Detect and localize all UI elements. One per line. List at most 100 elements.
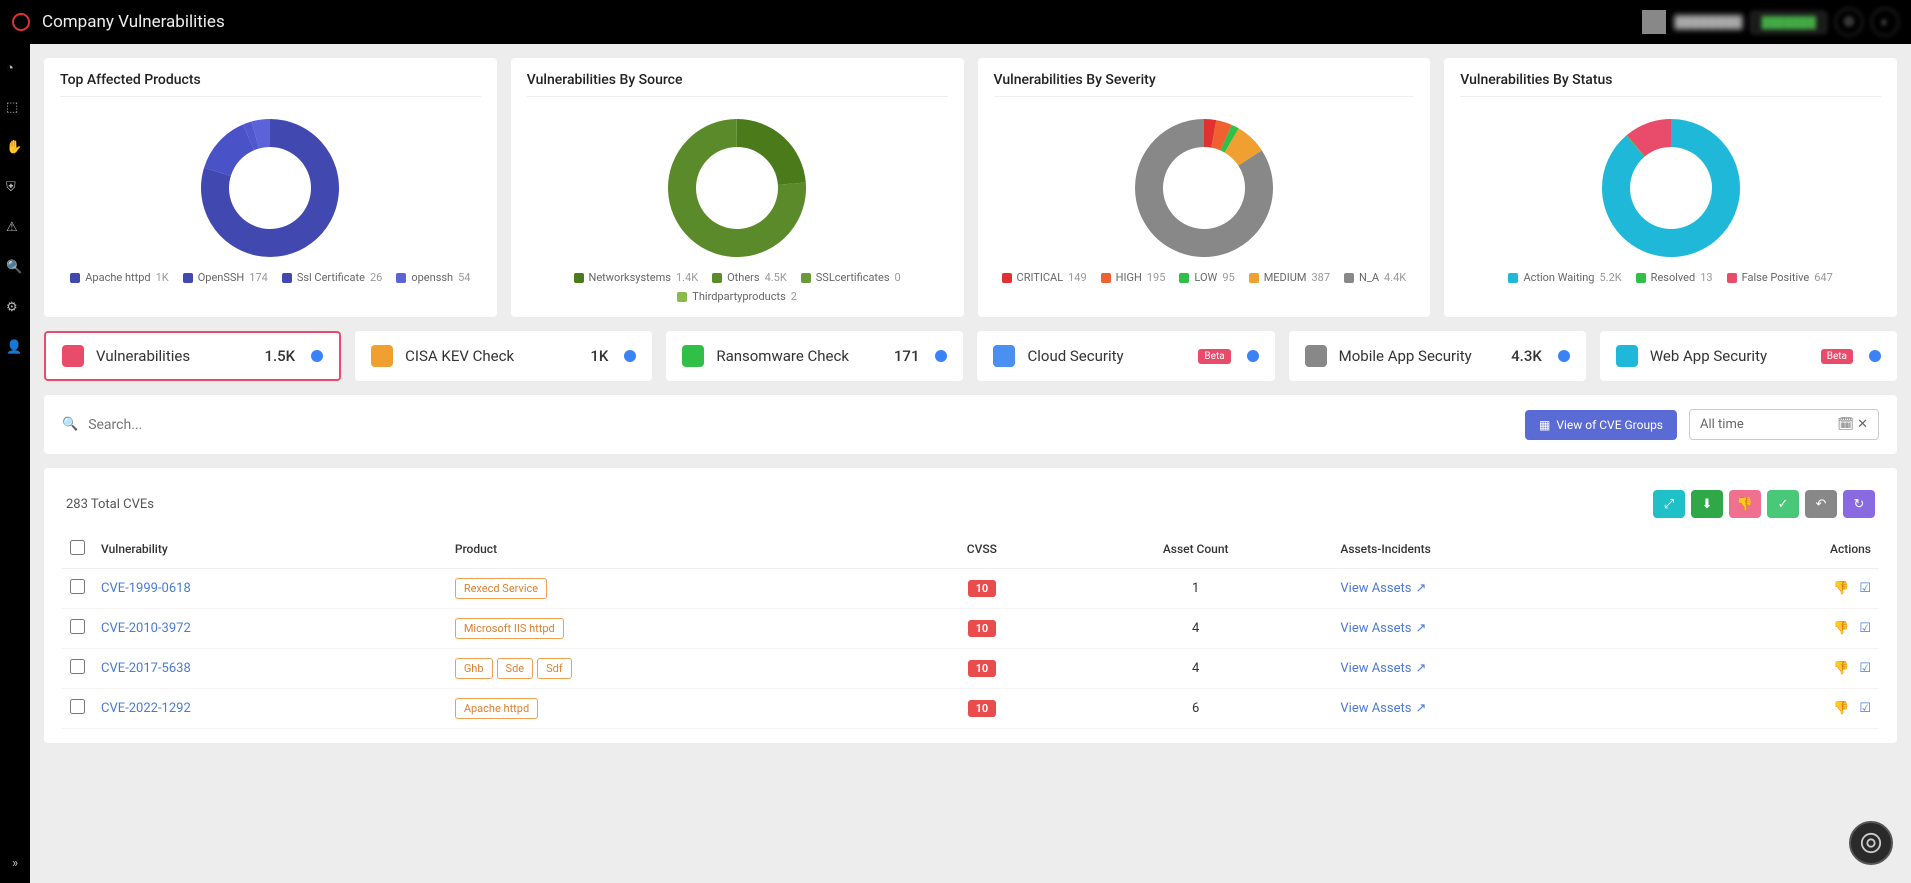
cve-link[interactable]: CVE-2010-3972 bbox=[101, 621, 191, 636]
legend-item[interactable]: Thirdpartyproducts2 bbox=[677, 290, 797, 303]
view-cve-groups-button[interactable]: ▦ View of CVE Groups bbox=[1525, 410, 1677, 440]
product-tag[interactable]: Sdf bbox=[537, 658, 572, 679]
clear-date-icon[interactable]: ✕ bbox=[1857, 417, 1868, 432]
col-cvss[interactable]: CVSS bbox=[905, 530, 1059, 569]
legend-item[interactable]: N_A4.4K bbox=[1344, 271, 1406, 284]
row-checkbox[interactable] bbox=[70, 579, 85, 594]
grid-icon: ▦ bbox=[1539, 418, 1550, 432]
bulk-reject-button[interactable]: 👎 bbox=[1729, 490, 1761, 518]
legend-item[interactable]: Action Waiting5.2K bbox=[1508, 271, 1621, 284]
col-vulnerability[interactable]: Vulnerability bbox=[93, 530, 447, 569]
category-tab[interactable]: Cloud Security Beta bbox=[977, 331, 1274, 381]
legend-value: 26 bbox=[370, 271, 382, 284]
product-tag[interactable]: Ghb bbox=[455, 658, 493, 679]
nav-search-icon[interactable]: 🔍 bbox=[6, 260, 24, 278]
legend-item[interactable]: CRITICAL149 bbox=[1002, 271, 1087, 284]
row-approve-button[interactable]: ☑ bbox=[1859, 701, 1871, 716]
legend-value: 13 bbox=[1700, 271, 1712, 284]
row-approve-button[interactable]: ☑ bbox=[1859, 581, 1871, 596]
view-assets-link[interactable]: View Assets ↗ bbox=[1340, 661, 1426, 676]
cve-link[interactable]: CVE-1999-0618 bbox=[101, 581, 191, 596]
row-checkbox[interactable] bbox=[70, 619, 85, 634]
product-tag[interactable]: Rexecd Service bbox=[455, 578, 547, 599]
donut-chart[interactable] bbox=[527, 101, 948, 271]
row-approve-button[interactable]: ☑ bbox=[1859, 661, 1871, 676]
category-tab[interactable]: Vulnerabilities 1.5K bbox=[44, 331, 341, 381]
cve-link[interactable]: CVE-2022-1292 bbox=[101, 701, 191, 716]
nav-alert-icon[interactable]: ⚠ bbox=[6, 220, 24, 238]
legend-swatch bbox=[712, 273, 722, 283]
asset-count: 1 bbox=[1059, 569, 1332, 609]
col-product[interactable]: Product bbox=[447, 530, 905, 569]
bulk-refresh-button[interactable]: ↻ bbox=[1843, 490, 1875, 518]
info-icon[interactable] bbox=[624, 350, 636, 362]
category-tab[interactable]: Mobile App Security 4.3K bbox=[1289, 331, 1586, 381]
row-checkbox[interactable] bbox=[70, 659, 85, 674]
date-range-select[interactable]: All time 🗓 ✕ bbox=[1689, 409, 1879, 440]
row-reject-button[interactable]: 👎 bbox=[1833, 621, 1849, 636]
legend-value: 195 bbox=[1147, 271, 1166, 284]
category-tab[interactable]: Ransomware Check 171 bbox=[666, 331, 963, 381]
donut-chart[interactable] bbox=[60, 101, 481, 271]
legend-item[interactable]: LOW95 bbox=[1179, 271, 1234, 284]
header-icon-2[interactable]: ◐ bbox=[1871, 8, 1899, 36]
sidebar-expand-icon[interactable]: » bbox=[12, 856, 18, 871]
legend-item[interactable]: OpenSSH174 bbox=[183, 271, 268, 284]
info-icon[interactable] bbox=[1869, 350, 1881, 362]
nav-user-icon[interactable]: 👤 bbox=[6, 340, 24, 358]
legend-item[interactable]: HIGH195 bbox=[1101, 271, 1166, 284]
legend-item[interactable]: openssh54 bbox=[396, 271, 470, 284]
row-reject-button[interactable]: 👎 bbox=[1833, 661, 1849, 676]
help-fab-button[interactable] bbox=[1849, 821, 1893, 865]
bulk-download-button[interactable]: ⬇ bbox=[1691, 490, 1723, 518]
trial-badge[interactable]: ███████ bbox=[1750, 11, 1827, 34]
select-all-checkbox[interactable] bbox=[70, 540, 85, 555]
category-tab[interactable]: Web App Security Beta bbox=[1600, 331, 1897, 381]
view-assets-link[interactable]: View Assets ↗ bbox=[1340, 621, 1426, 636]
legend-item[interactable]: Ssl Certificate26 bbox=[282, 271, 383, 284]
legend-item[interactable]: Others4.5K bbox=[712, 271, 787, 284]
header-icon-1[interactable]: ⚙ bbox=[1835, 8, 1863, 36]
legend-item[interactable]: Apache httpd1K bbox=[70, 271, 168, 284]
info-icon[interactable] bbox=[1558, 350, 1570, 362]
legend-item[interactable]: Networksystems1.4K bbox=[574, 271, 699, 284]
row-reject-button[interactable]: 👎 bbox=[1833, 701, 1849, 716]
tab-value: 1.5K bbox=[264, 347, 295, 365]
row-approve-button[interactable]: ☑ bbox=[1859, 621, 1871, 636]
user-avatar[interactable] bbox=[1642, 10, 1666, 34]
view-assets-link[interactable]: View Assets ↗ bbox=[1340, 701, 1426, 716]
donut-chart[interactable] bbox=[1460, 101, 1881, 271]
product-tag[interactable]: Microsoft IIS httpd bbox=[455, 618, 564, 639]
search-panel: 🔍 ▦ View of CVE Groups All time 🗓 ✕ bbox=[44, 395, 1897, 454]
info-icon[interactable] bbox=[311, 350, 323, 362]
row-checkbox[interactable] bbox=[70, 699, 85, 714]
category-tab[interactable]: CISA KEV Check 1K bbox=[355, 331, 652, 381]
bulk-approve-button[interactable]: ✓ bbox=[1767, 490, 1799, 518]
bulk-undo-button[interactable]: ↶ bbox=[1805, 490, 1837, 518]
tab-label: Mobile App Security bbox=[1339, 347, 1499, 365]
legend-item[interactable]: Resolved13 bbox=[1636, 271, 1713, 284]
nav-scan-icon[interactable]: ✋ bbox=[6, 140, 24, 158]
user-name[interactable]: ████████ bbox=[1674, 15, 1742, 29]
search-icon: 🔍 bbox=[62, 417, 78, 432]
nav-shield-icon[interactable]: ⛨ bbox=[6, 180, 24, 198]
col-assets-incidents[interactable]: Assets-Incidents bbox=[1332, 530, 1688, 569]
donut-chart[interactable] bbox=[994, 101, 1415, 271]
view-assets-link[interactable]: View Assets ↗ bbox=[1340, 581, 1426, 596]
legend-item[interactable]: SSLcertificates0 bbox=[801, 271, 901, 284]
legend-item[interactable]: MEDIUM387 bbox=[1249, 271, 1330, 284]
info-icon[interactable] bbox=[1247, 350, 1259, 362]
bulk-scan-button[interactable]: ⤢ bbox=[1653, 490, 1685, 518]
row-reject-button[interactable]: 👎 bbox=[1833, 581, 1849, 596]
nav-dashboard-icon[interactable]: ◔ bbox=[6, 60, 24, 78]
product-tag[interactable]: Apache httpd bbox=[455, 698, 538, 719]
product-tag[interactable]: Sde bbox=[497, 658, 534, 679]
search-input[interactable] bbox=[88, 417, 1513, 433]
col-asset-count[interactable]: Asset Count bbox=[1059, 530, 1332, 569]
nav-assets-icon[interactable]: ⬚ bbox=[6, 100, 24, 118]
cve-link[interactable]: CVE-2017-5638 bbox=[101, 661, 191, 676]
legend-item[interactable]: False Positive647 bbox=[1727, 271, 1833, 284]
nav-settings-icon[interactable]: ⚙ bbox=[6, 300, 24, 318]
info-icon[interactable] bbox=[935, 350, 947, 362]
chart-legend: Action Waiting5.2K Resolved13 False Positi… bbox=[1460, 271, 1881, 284]
